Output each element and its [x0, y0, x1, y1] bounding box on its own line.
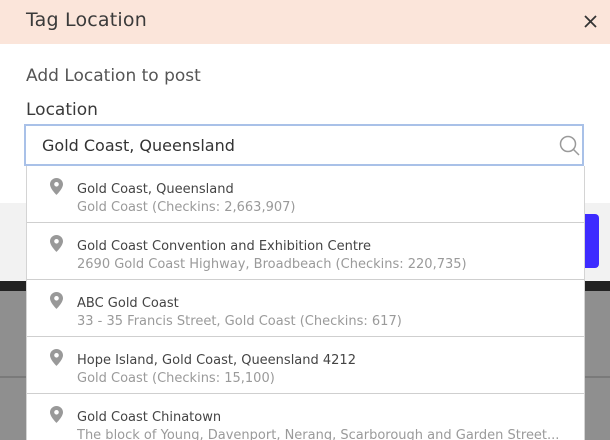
map-pin-icon — [50, 349, 63, 366]
dialog-title: Tag Location — [26, 9, 147, 31]
map-pin-icon — [50, 235, 63, 252]
location-result-item[interactable]: Gold Coast Chinatown The block of Young,… — [27, 394, 584, 440]
dialog-header: Tag Location — [0, 0, 610, 44]
location-result-name: Gold Coast Chinatown — [77, 410, 222, 425]
search-icon[interactable] — [558, 134, 580, 156]
location-results-dropdown: Gold Coast, Queensland Gold Coast (Check… — [26, 166, 585, 440]
location-search-field[interactable] — [24, 124, 584, 166]
location-result-name: Gold Coast, Queensland — [77, 182, 234, 197]
location-label: Location — [26, 100, 98, 120]
map-pin-icon — [50, 406, 63, 423]
map-pin-icon — [50, 178, 63, 195]
location-result-name: Hope Island, Gold Coast, Queensland 4212 — [77, 353, 356, 368]
location-search-input[interactable] — [42, 126, 542, 164]
map-pin-icon — [50, 292, 63, 309]
location-result-item[interactable]: Gold Coast Convention and Exhibition Cen… — [27, 223, 584, 280]
dialog-subtitle: Add Location to post — [26, 66, 201, 86]
location-result-item[interactable]: Gold Coast, Queensland Gold Coast (Check… — [27, 166, 584, 223]
close-icon[interactable] — [580, 10, 602, 32]
location-result-name: ABC Gold Coast — [77, 296, 179, 311]
location-result-detail: 2690 Gold Coast Highway, Broadbeach (Che… — [77, 257, 467, 272]
location-result-detail: Gold Coast (Checkins: 2,663,907) — [77, 200, 296, 215]
location-result-detail: Gold Coast (Checkins: 15,100) — [77, 371, 275, 386]
location-result-item[interactable]: Hope Island, Gold Coast, Queensland 4212… — [27, 337, 584, 394]
location-result-detail: The block of Young, Davenport, Nerang, S… — [77, 428, 560, 440]
location-result-item[interactable]: ABC Gold Coast 33 - 35 Francis Street, G… — [27, 280, 584, 337]
location-result-name: Gold Coast Convention and Exhibition Cen… — [77, 239, 371, 254]
location-result-detail: 33 - 35 Francis Street, Gold Coast (Chec… — [77, 314, 402, 329]
